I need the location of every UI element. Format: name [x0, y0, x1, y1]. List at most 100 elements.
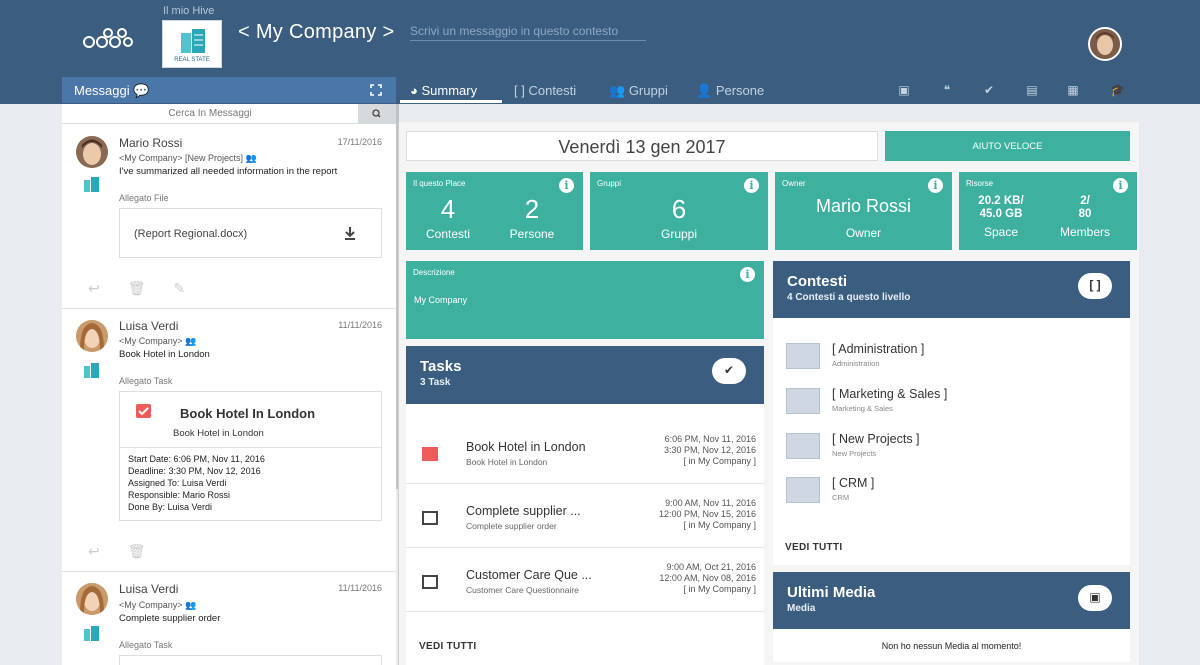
- place-card: Il questo Place i 4 Contesti 2 Persone: [406, 172, 583, 250]
- message-author[interactable]: Luisa Verdi: [119, 319, 178, 333]
- messages-title: Messaggi 💬: [74, 83, 150, 98]
- avatar[interactable]: [76, 136, 108, 168]
- task-name[interactable]: Complete supplier ...: [466, 504, 581, 518]
- context-item-marketing[interactable]: [ Marketing & Sales ] Marketing & Sales: [786, 385, 1116, 425]
- calendar-icon[interactable]: ▦: [1066, 83, 1080, 97]
- quick-help-button[interactable]: AIUTO VELOCE: [885, 131, 1130, 161]
- info-icon[interactable]: i: [1113, 178, 1128, 193]
- quote-icon[interactable]: ❝: [940, 83, 954, 97]
- avatar[interactable]: [76, 583, 108, 615]
- graduation-cap-icon[interactable]: 🎓: [1110, 83, 1125, 97]
- task-checkbox[interactable]: [422, 447, 438, 461]
- task-row[interactable]: Customer Care Que ... Customer Care Ques…: [406, 548, 764, 612]
- reply-icon[interactable]: ↩: [88, 543, 100, 559]
- message-item[interactable]: Luisa Verdi 11/11/2016 <My Company> 👥 Co…: [62, 579, 396, 665]
- context-item-new-projects[interactable]: [ New Projects ] New Projects: [786, 430, 1116, 470]
- message-author[interactable]: Luisa Verdi: [119, 582, 178, 596]
- image-icon[interactable]: ▣: [897, 83, 911, 97]
- building-icon: [84, 363, 99, 378]
- administration-icon: [786, 343, 820, 369]
- tab-persone[interactable]: 👤 Persone: [696, 83, 764, 99]
- message-item[interactable]: Luisa Verdi 11/11/2016 <My Company> 👥 Bo…: [62, 316, 396, 566]
- trash-icon[interactable]: 🗑: [128, 543, 146, 559]
- contesti-label: Contesti: [425, 227, 471, 241]
- download-icon[interactable]: [343, 226, 357, 240]
- tab-gruppi[interactable]: 👥 Gruppi: [609, 83, 668, 99]
- message-date: 11/11/2016: [338, 320, 382, 330]
- context-message-input[interactable]: Scrivi un messaggio in questo contesto: [410, 24, 646, 41]
- context-name[interactable]: [ Marketing & Sales ]: [832, 387, 947, 401]
- file-attachment[interactable]: (Report Regional.docx): [119, 208, 382, 258]
- card-label: Gruppi: [597, 179, 622, 188]
- messages-search-input[interactable]: Cerca In Messaggi: [62, 108, 358, 119]
- task-checkbox[interactable]: [422, 575, 438, 589]
- reply-icon[interactable]: ↩: [88, 280, 100, 296]
- message-body: Complete supplier order: [119, 613, 221, 624]
- info-icon[interactable]: i: [559, 178, 574, 193]
- avatar[interactable]: [76, 320, 108, 352]
- task-name[interactable]: Book Hotel in London: [466, 440, 586, 454]
- file-name[interactable]: (Report Regional.docx): [134, 228, 247, 240]
- media-button[interactable]: ▣: [1078, 585, 1112, 611]
- context-desc: Marketing & Sales: [832, 404, 893, 413]
- task-attachment[interactable]: Book Hotel In London Book Hotel in Londo…: [119, 391, 382, 521]
- check-icon[interactable]: ✔: [982, 83, 996, 97]
- info-icon[interactable]: i: [928, 178, 943, 193]
- message-actions: ↩ 🗑 ✎: [88, 280, 213, 297]
- task-done-by: Done By: Luisa Verdi: [128, 502, 213, 512]
- task-start: 9:00 AM, Oct 21, 2016: [666, 562, 756, 572]
- context-item-crm[interactable]: [ CRM ] CRM: [786, 474, 1116, 514]
- messages-search[interactable]: Cerca In Messaggi: [62, 104, 396, 124]
- task-row[interactable]: Book Hotel in London Book Hotel in Londo…: [406, 420, 764, 484]
- tab-contesti[interactable]: [ ] Contesti: [514, 83, 576, 98]
- context-name[interactable]: [ CRM ]: [832, 476, 874, 490]
- messages-panel: Cerca In Messaggi Mario Rossi 17/11/2016…: [62, 104, 396, 665]
- avatar-luisa-icon: [76, 583, 108, 615]
- company-logo[interactable]: REAL STATE: [162, 20, 222, 68]
- message-context[interactable]: <My Company> 👥: [119, 336, 196, 347]
- task-sub: Complete supplier order: [466, 521, 557, 531]
- hive-logo-icon[interactable]: [82, 26, 134, 52]
- space-stat: 20.2 KB/ 45.0 GB Space: [961, 195, 1041, 239]
- current-date: Venerdì 13 gen 2017: [406, 131, 878, 161]
- task-context: [ in My Company ]: [683, 456, 756, 466]
- person-icon: 👤: [696, 83, 713, 98]
- persone-stat: 2 Persone: [500, 194, 564, 241]
- message-item[interactable]: Mario Rossi 17/11/2016 <My Company> [New…: [62, 132, 396, 308]
- message-context[interactable]: <My Company> [New Projects] 👥: [119, 153, 257, 164]
- tasks-button[interactable]: ✔: [712, 358, 746, 384]
- new-projects-icon: [786, 433, 820, 459]
- document-icon[interactable]: ▤: [1025, 83, 1039, 97]
- trash-icon[interactable]: 🗑: [128, 280, 146, 296]
- context-item-administration[interactable]: [ Administration ] Administration: [786, 340, 1116, 380]
- task-attachment[interactable]: [119, 655, 382, 665]
- user-avatar[interactable]: [1088, 27, 1122, 61]
- task-name[interactable]: Customer Care Que ...: [466, 568, 592, 582]
- task-checkbox[interactable]: [422, 511, 438, 525]
- message-context[interactable]: <My Company> 👥: [119, 600, 196, 611]
- task-checkbox[interactable]: [136, 404, 151, 418]
- building-icon: [84, 177, 99, 192]
- expand-icon[interactable]: [370, 84, 382, 96]
- gruppi-label: Gruppi: [660, 227, 698, 241]
- tasks-see-all-link[interactable]: VEDI TUTTI: [419, 641, 476, 652]
- task-title[interactable]: Book Hotel In London: [180, 406, 315, 421]
- attachment-label: Allegato Task: [119, 376, 173, 386]
- page-title[interactable]: < My Company >: [238, 21, 395, 44]
- building-icon: [84, 626, 99, 641]
- task-row[interactable]: Complete supplier ... Complete supplier …: [406, 484, 764, 548]
- avatar-luisa-icon: [76, 320, 108, 352]
- message-author[interactable]: Mario Rossi: [119, 136, 182, 150]
- gruppi-count: 6: [671, 194, 687, 224]
- tab-summary[interactable]: ◕ Summary: [410, 83, 477, 98]
- info-icon[interactable]: i: [744, 178, 759, 193]
- contesti-see-all-link[interactable]: VEDI TUTTI: [785, 542, 842, 553]
- context-name[interactable]: [ Administration ]: [832, 342, 924, 356]
- task-details: Start Date: 6:06 PM, Nov 11, 2016 Deadli…: [128, 453, 265, 513]
- context-name[interactable]: [ New Projects ]: [832, 432, 920, 446]
- messages-search-button[interactable]: [358, 104, 396, 124]
- edit-icon[interactable]: ✎: [174, 280, 186, 296]
- card-label: Owner: [782, 179, 806, 188]
- info-icon[interactable]: i: [740, 267, 755, 282]
- contesti-button[interactable]: [ ]: [1078, 273, 1112, 299]
